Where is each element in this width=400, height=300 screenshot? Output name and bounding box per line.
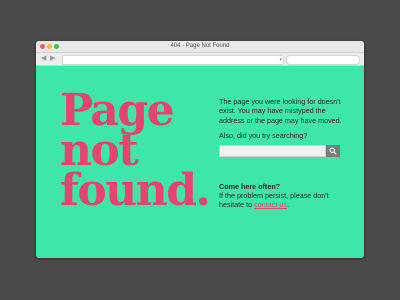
browser-toolbar: ◀ ▶ ▾ xyxy=(36,53,364,66)
page-content: Page not found. The page you were lookin… xyxy=(36,66,364,258)
browser-search-field[interactable] xyxy=(286,55,360,65)
magnifier-icon xyxy=(329,147,337,155)
page-headline: Page not found. xyxy=(60,89,211,216)
back-arrow-icon[interactable]: ◀ xyxy=(41,55,46,63)
error-message: The page you were looking for doesn't ex… xyxy=(219,97,342,125)
browser-window: 404 - Page Not Found ◀ ▶ ▾ Page not foun… xyxy=(36,41,364,258)
help-text: If the problem persist, please don't hes… xyxy=(219,191,354,209)
search-prompt: Also, did you try searching? xyxy=(219,131,308,140)
contact-link[interactable]: contact us xyxy=(254,200,287,209)
window-title: 404 - Page Not Found xyxy=(170,43,230,49)
search-input[interactable] xyxy=(219,145,326,157)
headline-line-3: found. xyxy=(60,165,211,216)
forward-arrow-icon[interactable]: ▶ xyxy=(50,55,55,63)
title-bar: 404 - Page Not Found xyxy=(36,41,364,53)
help-text-end: . xyxy=(286,200,289,209)
help-heading: Come here often? xyxy=(219,182,281,191)
search-button[interactable] xyxy=(326,145,340,157)
dropdown-arrow-icon[interactable]: ▾ xyxy=(279,56,282,64)
address-bar[interactable]: ▾ xyxy=(62,55,284,65)
